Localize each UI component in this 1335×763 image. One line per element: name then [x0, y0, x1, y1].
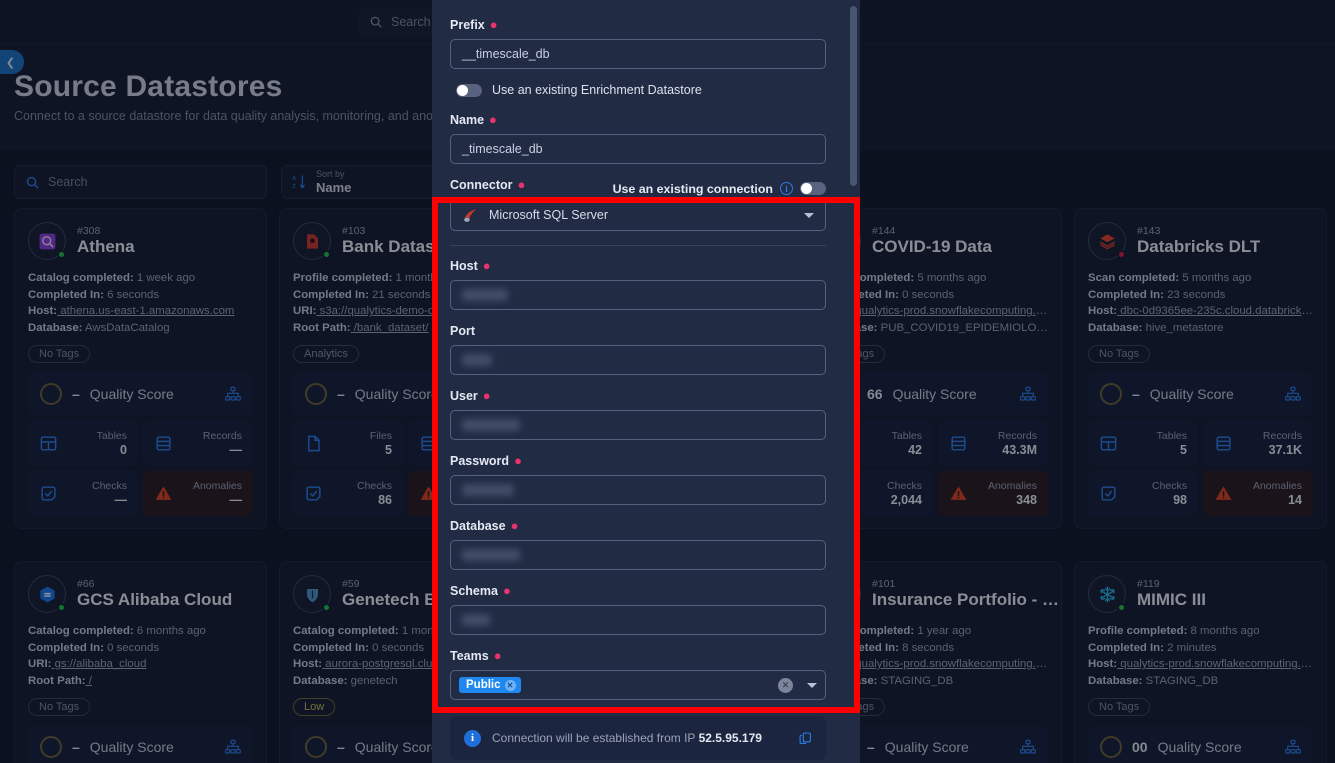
connector-selected-value: Microsoft SQL Server [489, 208, 609, 222]
redacted-value [462, 614, 490, 626]
redacted-value [462, 484, 514, 496]
info-icon: i [464, 729, 481, 747]
chevron-down-icon [804, 212, 814, 218]
connection-ip-prefix: Connection will be established from IP [492, 731, 699, 745]
teams-group: Teams ● Public ✕ ✕ [450, 649, 826, 700]
required-marker: ● [510, 518, 519, 533]
connector-header: Connector ● Use an existing connection i [450, 178, 826, 199]
name-label: Name ● [450, 112, 497, 127]
enrichment-toggle-row[interactable]: Use an existing Enrichment Datastore [456, 83, 826, 97]
database-field-group: Database ● [450, 519, 826, 570]
database-field-label: Database ● [450, 518, 519, 533]
prefix-label: Prefix ● [450, 17, 498, 32]
mssql-icon [462, 207, 479, 224]
use-existing-connection-row[interactable]: Use an existing connection i [613, 182, 826, 196]
connector-label: Connector ● [450, 177, 526, 192]
required-marker: ● [502, 583, 511, 598]
prefix-value: __timescale_db [462, 47, 550, 61]
name-value: _timescale_db [462, 142, 543, 156]
clear-icon[interactable]: ✕ [778, 677, 793, 693]
team-chip-label: Public [466, 679, 501, 691]
required-marker: ● [493, 648, 502, 663]
connector-group: Connector ● Use an existing connection i [450, 178, 826, 246]
connector-select[interactable]: Microsoft SQL Server [450, 199, 826, 231]
name-group: Name ● _timescale_db [450, 113, 826, 164]
database-field[interactable] [450, 540, 826, 570]
teams-multiselect[interactable]: Public ✕ ✕ [450, 670, 826, 700]
use-existing-connection-toggle[interactable] [800, 182, 826, 195]
user-field-label: User ● [450, 388, 491, 403]
use-existing-connection-label: Use an existing connection [612, 181, 773, 196]
port-field-label: Port [450, 324, 475, 338]
required-marker: ● [482, 388, 491, 403]
host-field[interactable] [450, 280, 826, 310]
connection-ip-text: Connection will be established from IP 5… [492, 731, 762, 745]
required-marker: ● [489, 17, 498, 32]
required-marker: ● [482, 258, 491, 273]
password-field-group: Password ● [450, 454, 826, 505]
modal-scrollbar[interactable] [850, 6, 857, 186]
redacted-value [462, 419, 520, 431]
toggle-knob [801, 183, 812, 194]
schema-field-group: Schema ● [450, 584, 826, 635]
team-chip[interactable]: Public ✕ [459, 677, 521, 693]
redacted-value [462, 549, 520, 561]
password-field-label: Password ● [450, 453, 522, 468]
user-field-group: User ● [450, 389, 826, 440]
enrichment-datastore-toggle[interactable] [456, 83, 482, 97]
port-field-group: Port [450, 324, 826, 375]
toggle-knob [457, 84, 468, 96]
password-field[interactable] [450, 475, 826, 505]
host-field-group: Host ● [450, 259, 826, 310]
copy-icon[interactable] [799, 731, 812, 745]
required-marker: ● [489, 112, 497, 127]
port-field[interactable] [450, 345, 826, 375]
prefix-input[interactable]: __timescale_db [450, 39, 826, 69]
enrichment-toggle-label: Use an existing Enrichment Datastore [492, 83, 702, 97]
info-icon[interactable]: i [780, 182, 793, 195]
redacted-value [462, 289, 508, 301]
user-field[interactable] [450, 410, 826, 440]
connection-ip-info: i Connection will be established from IP… [450, 716, 826, 760]
add-datastore-modal: Prefix ● __timescale_db Use an existing … [432, 0, 860, 763]
name-input[interactable]: _timescale_db [450, 134, 826, 164]
schema-field-label: Schema ● [450, 583, 511, 598]
schema-field[interactable] [450, 605, 826, 635]
teams-label: Teams ● [450, 648, 502, 663]
redacted-value [462, 354, 492, 366]
prefix-group: Prefix ● __timescale_db [450, 18, 826, 69]
chevron-down-icon [807, 682, 817, 688]
connection-fields: Host ● Port User ● Password ● Database ● Schema ● [450, 259, 826, 635]
required-marker: ● [514, 453, 522, 468]
connection-ip-value: 52.5.95.179 [698, 731, 762, 745]
close-icon[interactable]: ✕ [504, 679, 516, 691]
connector-divider [450, 245, 826, 246]
required-marker: ● [517, 177, 526, 192]
host-field-label: Host ● [450, 258, 491, 273]
